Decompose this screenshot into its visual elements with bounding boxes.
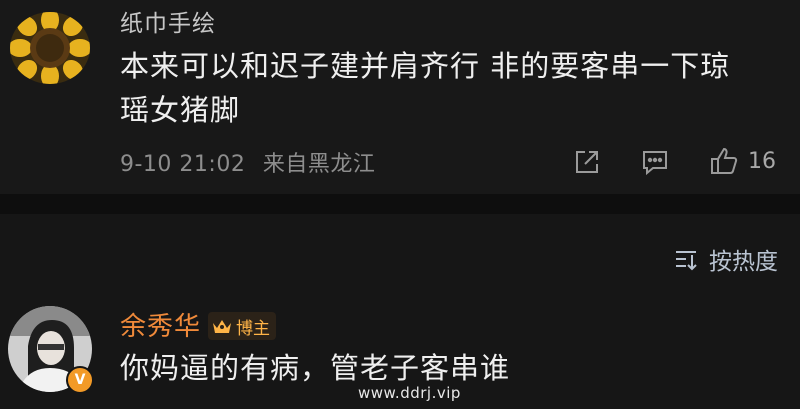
reply-button[interactable]: [640, 146, 672, 178]
thumbs-up-icon: [711, 147, 738, 174]
share-icon: [576, 151, 598, 173]
section-divider: [0, 194, 800, 214]
like-button[interactable]: 16: [708, 144, 776, 178]
crown-icon: [213, 320, 231, 333]
verified-v-icon: V: [66, 366, 94, 394]
comment-location: 来自黑龙江: [262, 152, 376, 177]
avatar-sunflower[interactable]: [10, 12, 90, 84]
comment-username[interactable]: 余秀华: [120, 306, 201, 343]
comment-text: 本来可以和迟子建并肩齐行 非的要客串一下琼瑶女猪脚: [120, 49, 731, 127]
sort-label: 按热度: [709, 249, 778, 275]
watermark-text: www.ddrj.vip: [358, 384, 461, 402]
share-button[interactable]: [572, 146, 604, 178]
comment-meta: 9-10 21:02 来自黑龙江: [120, 146, 375, 178]
badge-label: 博主: [236, 318, 270, 339]
comment-timestamp: 9-10 21:02: [120, 152, 246, 177]
sort-icon: [676, 251, 697, 271]
like-count: 16: [748, 148, 776, 174]
blogger-badge: 博主: [208, 312, 276, 340]
comment-username[interactable]: 纸巾手绘: [120, 4, 216, 38]
comment-item-1: 纸巾手绘 本来可以和迟子建并肩齐行 非的要客串一下琼瑶女猪脚 9-10 21:0…: [0, 0, 800, 194]
comment-icon: [643, 151, 667, 176]
sort-by-hot-button[interactable]: 按热度: [673, 242, 778, 276]
